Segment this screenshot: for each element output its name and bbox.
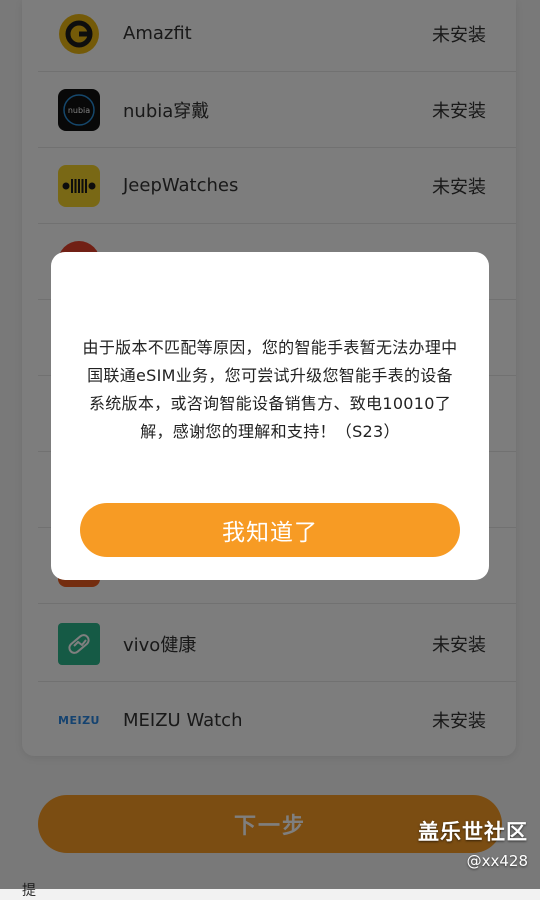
community-watermark: 盖乐世社区 @xx428 <box>418 816 528 870</box>
incompatible-version-dialog: 由于版本不匹配等原因，您的智能手表暂无法办理中国联通eSIM业务，您可尝试升级您… <box>51 252 489 580</box>
watermark-user: @xx428 <box>466 852 528 870</box>
watermark-title: 盖乐世社区 <box>418 820 528 844</box>
ok-button[interactable]: 我知道了 <box>80 503 460 557</box>
dialog-message: 由于版本不匹配等原因，您的智能手表暂无法办理中国联通eSIM业务，您可尝试升级您… <box>82 338 458 441</box>
